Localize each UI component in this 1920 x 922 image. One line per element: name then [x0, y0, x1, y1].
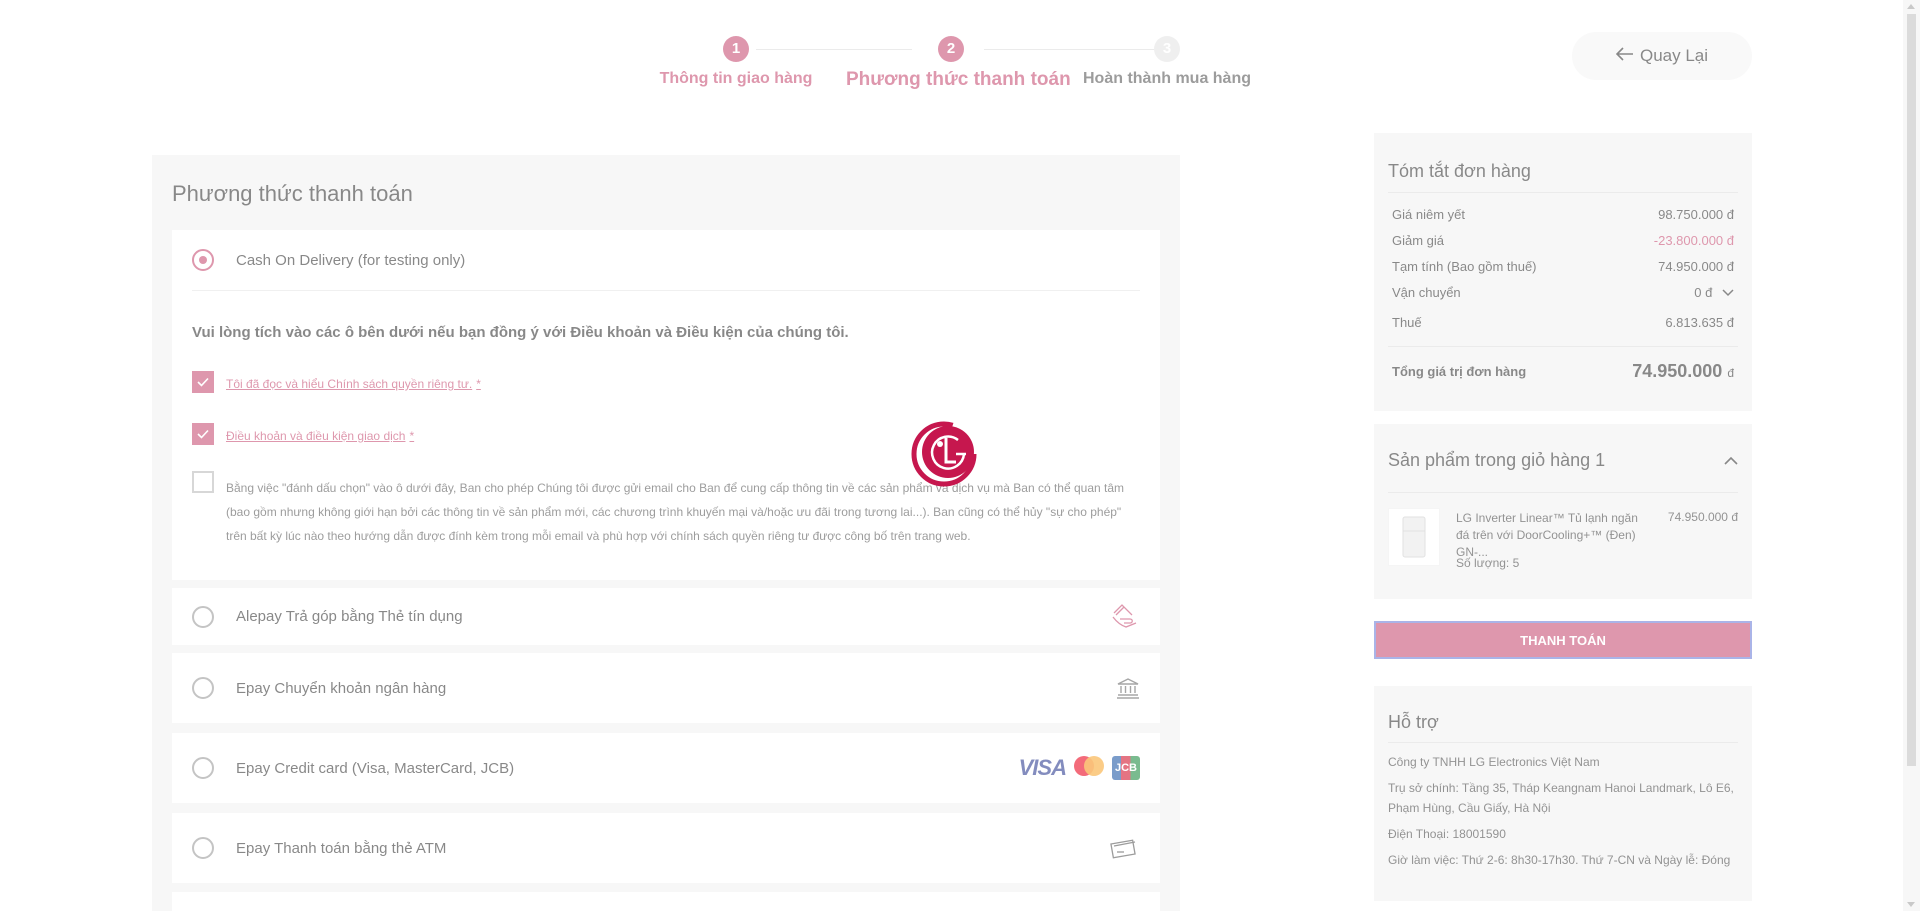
- privacy-policy-checkbox[interactable]: [192, 371, 214, 393]
- product-quantity: Số lượng: 5: [1456, 556, 1520, 570]
- step-label: Hoàn thành mua hàng: [1083, 70, 1251, 87]
- payment-option-more: [172, 892, 1160, 922]
- step-number: 3: [1154, 36, 1180, 62]
- terms-checkbox[interactable]: [192, 423, 214, 445]
- support-phone: Điện Thoại: 18001590: [1388, 827, 1506, 841]
- product-thumbnail: [1388, 508, 1440, 566]
- order-total-value: 74.950.000 đ: [1632, 361, 1734, 382]
- terms-label: Điều khoản và điều kiện giao dịch: [226, 429, 406, 443]
- support-panel: Hỗ trợ Công ty TNHH LG Electronics Việt …: [1374, 686, 1752, 901]
- step-complete: 3 Hoàn thành mua hàng: [1076, 36, 1258, 88]
- order-summary: Tóm tắt đơn hàng Giá niêm yết 98.750.000…: [1374, 133, 1752, 411]
- terms-instruction: Vui lòng tích vào các ô bên dưới nếu bạn…: [192, 324, 849, 341]
- payment-option-label: Epay Credit card (Visa, MasterCard, JCB): [236, 759, 515, 777]
- order-total-label: Tổng giá trị đơn hàng: [1392, 364, 1527, 379]
- payment-option-bank-transfer[interactable]: Epay Chuyển khoản ngân hàng: [172, 653, 1160, 723]
- cod-radio[interactable]: [192, 249, 214, 271]
- summary-key: Giá niêm yết: [1392, 207, 1465, 222]
- payment-option-label: Epay Thanh toán bằng thẻ ATM: [236, 839, 447, 857]
- payment-option-row[interactable]: Cash On Delivery (for testing only): [172, 230, 1160, 290]
- visa-logo: VISA: [1018, 755, 1067, 780]
- back-button[interactable]: Quay Lại: [1572, 32, 1752, 80]
- summary-value: 6.813.635 đ: [1665, 315, 1734, 330]
- chevron-up-icon[interactable]: [1724, 456, 1738, 465]
- summary-row-shipping[interactable]: Vận chuyển 0 đ: [1392, 285, 1734, 300]
- divider: [1388, 192, 1738, 193]
- marketing-consent-text: Bằng việc "đánh dấu chọn" vào ô dưới đây…: [226, 481, 1125, 543]
- scroll-up-arrow[interactable]: [1907, 4, 1915, 9]
- payment-option-cod: Cash On Delivery (for testing only) Vui …: [172, 230, 1160, 580]
- scroll-down-arrow[interactable]: [1907, 902, 1915, 907]
- payment-option-credit-card[interactable]: Epay Credit card (Visa, MasterCard, JCB)…: [172, 733, 1160, 803]
- bank-icon: [1116, 677, 1140, 699]
- order-total: Tổng giá trị đơn hàng 74.950.000 đ: [1392, 361, 1734, 382]
- step-payment-method: 2 Phương thức thanh toán: [846, 36, 1071, 91]
- divider: [1388, 742, 1738, 743]
- payment-method-title: Phương thức thanh toán: [172, 181, 413, 206]
- summary-row-subtotal: Tạm tính (Bao gồm thuế) 74.950.000 đ: [1392, 259, 1734, 274]
- mastercard-logo: [1072, 754, 1106, 783]
- summary-value: -23.800.000 đ: [1653, 233, 1734, 248]
- checkout-stepper: 1 Thông tin giao hàng 2 Phương thức than…: [650, 36, 1270, 96]
- payment-option-label: Alepay Trả góp bằng Thẻ tín dụng: [236, 608, 463, 625]
- summary-key: Giảm giá: [1392, 233, 1445, 248]
- jcb-logo: JCB: [1111, 756, 1140, 780]
- payment-option-atm[interactable]: Epay Thanh toán bằng thẻ ATM: [172, 813, 1160, 883]
- step-label: Thông tin giao hàng: [659, 70, 813, 87]
- payment-option-alepay[interactable]: Alepay Trả góp bằng Thẻ tín dụng: [172, 588, 1160, 645]
- product-price: 74.950.000 đ: [1667, 510, 1738, 524]
- divider: [1388, 492, 1738, 493]
- chevron-down-icon[interactable]: [1722, 289, 1734, 297]
- summary-row-discount: Giảm giá -23.800.000 đ: [1392, 233, 1734, 248]
- payment-option-label: Epay Chuyển khoản ngân hàng: [236, 679, 447, 697]
- summary-value: 0 đ: [1694, 285, 1734, 300]
- vertical-scrollbar[interactable]: [1903, 0, 1920, 911]
- atm-card-icon: [1110, 836, 1140, 860]
- step-shipping-info: 1 Thông tin giao hàng: [650, 36, 822, 88]
- step-label: Phương thức thanh toán: [846, 69, 1071, 90]
- summary-key: Vận chuyển: [1392, 285, 1461, 300]
- support-hours: Giờ làm việc: Thứ 2-6: 8h30-17h30. Thứ 7…: [1388, 853, 1731, 867]
- summary-row-tax: Thuế 6.813.635 đ: [1392, 315, 1734, 330]
- privacy-policy-label: Tôi đã đọc và hiểu Chính sách quyền riên…: [226, 377, 473, 391]
- credit-card-radio[interactable]: [192, 757, 214, 779]
- divider: [1388, 346, 1738, 347]
- card-brands-icon: VISA JCB: [1019, 754, 1140, 783]
- shipping-value: 0 đ: [1694, 285, 1713, 300]
- cart-products: Sản phẩm trong giỏ hàng 1 LG Inverter Li…: [1374, 424, 1752, 599]
- support-company: Công ty TNHH LG Electronics Việt Nam: [1388, 755, 1600, 769]
- summary-value: 74.950.000 đ: [1658, 259, 1734, 274]
- summary-value: 98.750.000 đ: [1658, 207, 1734, 222]
- required-mark: *: [476, 377, 481, 391]
- marketing-consent-checkbox[interactable]: [192, 471, 214, 493]
- total-currency: đ: [1727, 366, 1734, 380]
- step-number: 1: [723, 36, 749, 62]
- privacy-policy-link[interactable]: Tôi đã đọc và hiểu Chính sách quyền riên…: [226, 377, 481, 391]
- support-address: Trụ sở chính: Tầng 35, Tháp Keangnam Han…: [1388, 781, 1734, 815]
- scroll-thumb[interactable]: [1907, 14, 1916, 766]
- summary-key: Tạm tính (Bao gồm thuế): [1392, 259, 1537, 274]
- summary-key: Thuế: [1392, 315, 1422, 330]
- required-mark: *: [409, 429, 415, 443]
- divider: [192, 290, 1140, 291]
- payment-option-label: Cash On Delivery (for testing only): [236, 251, 466, 269]
- cart-title: Sản phẩm trong giỏ hàng 1: [1388, 450, 1606, 470]
- payment-method-panel: Phương thức thanh toán Cash On Delivery …: [152, 155, 1180, 922]
- step-number: 2: [938, 36, 964, 62]
- summary-row-list-price: Giá niêm yết 98.750.000 đ: [1392, 207, 1734, 222]
- lg-loading-spinner: [908, 410, 984, 490]
- checkout-pay-button[interactable]: THANH TOÁN: [1374, 621, 1752, 659]
- product-name: LG Inverter Linear™ Tủ lạnh ngăn đá trên…: [1456, 511, 1638, 559]
- order-summary-title: Tóm tắt đơn hàng: [1388, 161, 1531, 181]
- total-amount: 74.950.000: [1632, 361, 1723, 381]
- bank-transfer-radio[interactable]: [192, 677, 214, 699]
- terms-link[interactable]: Điều khoản và điều kiện giao dịch *: [226, 429, 414, 443]
- alepay-radio[interactable]: [192, 605, 214, 628]
- arrow-left-icon: [1615, 46, 1634, 66]
- back-button-label: Quay Lại: [1639, 46, 1709, 65]
- support-title: Hỗ trợ: [1388, 712, 1439, 732]
- atm-radio[interactable]: [192, 837, 214, 859]
- hand-card-icon: [1110, 603, 1140, 631]
